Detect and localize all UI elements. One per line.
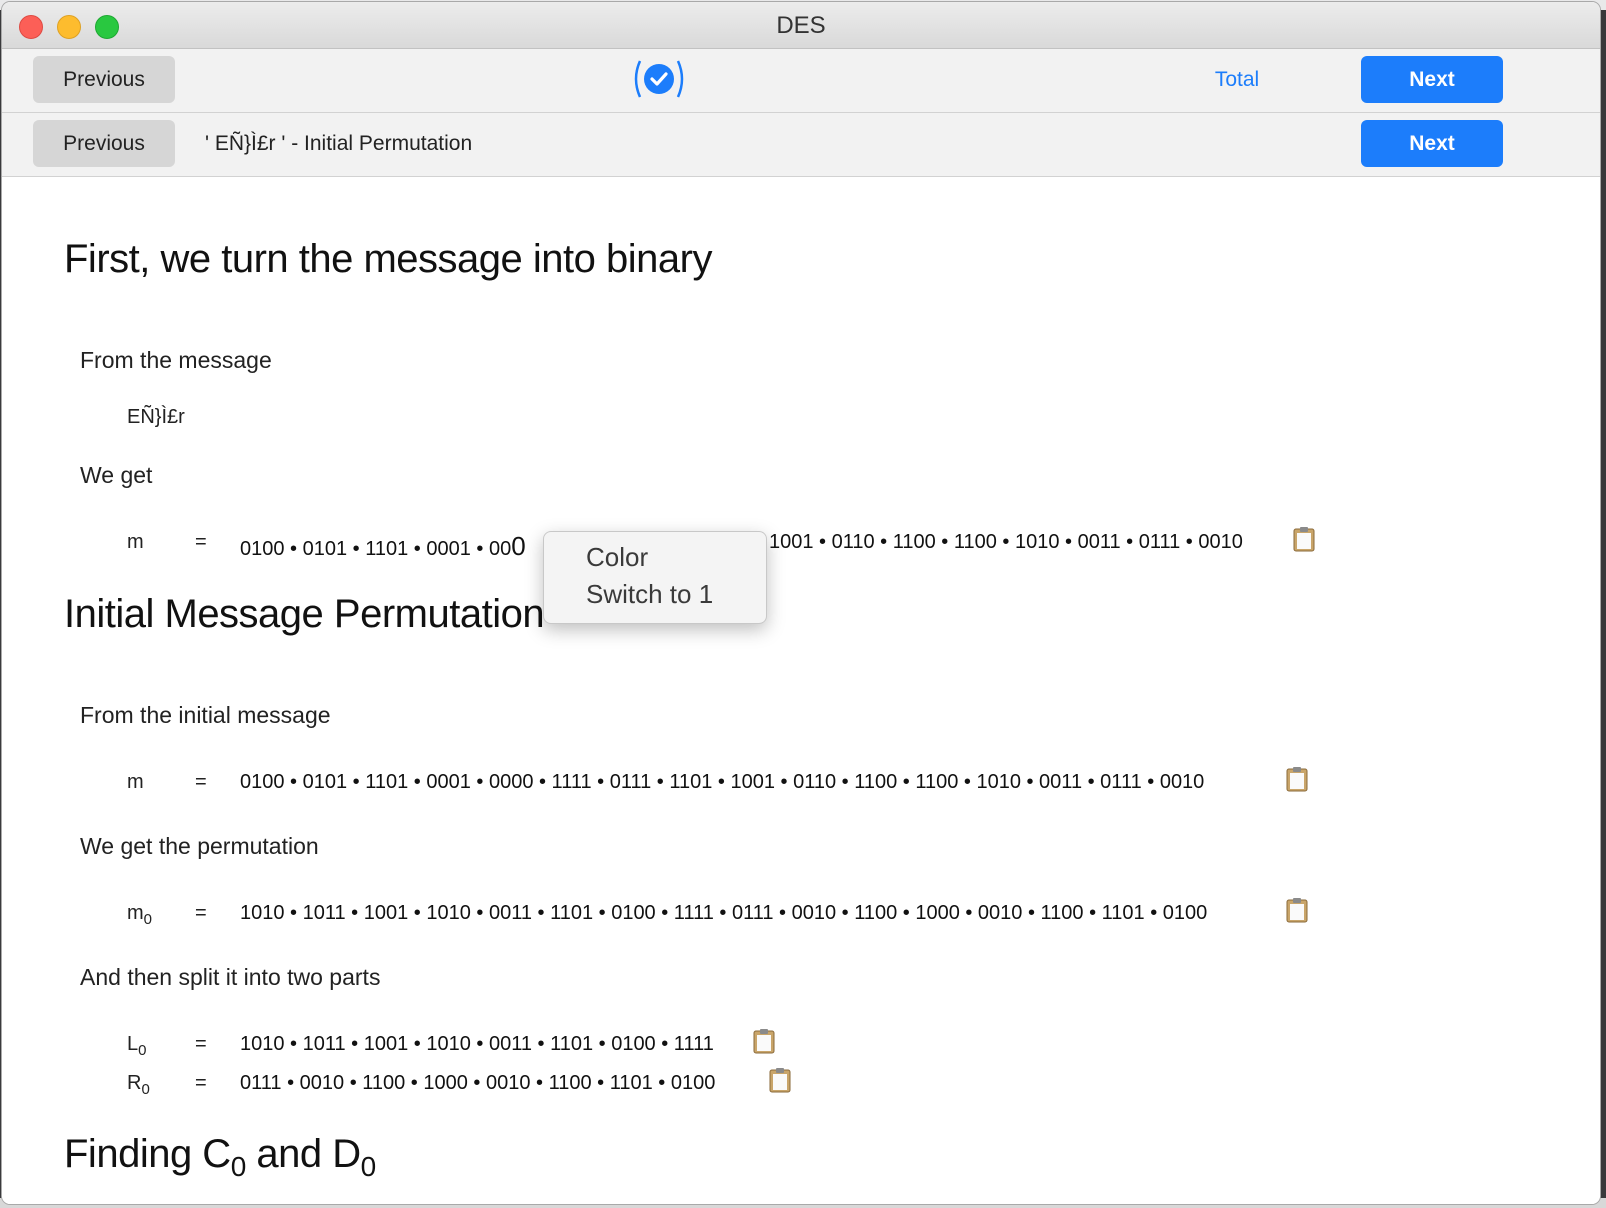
check-status-icon[interactable] <box>630 57 688 101</box>
top-toolbar: Previous Total Next <box>2 49 1600 113</box>
main-content[interactable]: First, we turn the message into binary F… <box>2 177 1600 1204</box>
m0-var-text: m <box>127 902 144 924</box>
heading-subscript-2: 0 <box>360 1151 377 1182</box>
from-message-label: From the message <box>80 347 272 373</box>
we-get-label: We get <box>80 462 153 488</box>
l0-variable: L0 <box>127 1033 146 1059</box>
next-button[interactable]: Next <box>1361 56 1503 103</box>
split-label: And then split it into two parts <box>80 964 381 990</box>
r0-subscript: 0 <box>141 1081 150 1098</box>
menu-item-color[interactable]: Color <box>586 542 648 573</box>
equals-sign: = <box>195 531 207 553</box>
r0-variable: R0 <box>127 1072 150 1098</box>
m-bits-left-text: 0100 • 0101 • 1101 • 0001 • 00 <box>240 538 512 560</box>
m-variable-2: m <box>127 771 144 793</box>
m-bits-partial: 0 <box>511 531 526 561</box>
step-toolbar: Previous ' EÑ}Ì£r ' - Initial Permutatio… <box>2 113 1600 177</box>
r0-bits[interactable]: 0111 • 0010 • 1100 • 1000 • 0010 • 1100 … <box>240 1072 715 1095</box>
section-heading-c0-d0: Finding C0 and D0 <box>64 1132 376 1183</box>
m0-bits[interactable]: 1010 • 1011 • 1001 • 1010 • 0011 • 1101 … <box>240 902 1207 925</box>
m-bits-left[interactable]: 0100 • 0101 • 1101 • 0001 • 000 <box>240 531 526 562</box>
total-link[interactable]: Total <box>1187 56 1287 103</box>
m-variable: m <box>127 531 144 553</box>
clipboard-copy-icon[interactable] <box>1293 526 1315 552</box>
equals-sign-4: = <box>195 1033 207 1055</box>
l0-bits[interactable]: 1010 • 1011 • 1001 • 1010 • 0011 • 1101 … <box>240 1033 714 1056</box>
equals-sign-3: = <box>195 902 207 924</box>
l0-subscript: 0 <box>138 1042 147 1059</box>
step-title: ' EÑ}Ì£r ' - Initial Permutation <box>205 132 473 155</box>
section-heading-binary: First, we turn the message into binary <box>64 237 712 281</box>
heading-subscript-1: 0 <box>230 1151 247 1182</box>
clipboard-copy-icon[interactable] <box>753 1028 775 1054</box>
section-heading-permutation: Initial Message Permutation <box>64 592 545 636</box>
m0-subscript: 0 <box>143 911 153 928</box>
step-previous-button[interactable]: Previous <box>33 120 175 167</box>
context-menu: Color Switch to 1 <box>543 531 767 624</box>
r0-var-text: R <box>127 1072 142 1094</box>
heading-part-a: Finding C <box>64 1132 231 1176</box>
m-bits[interactable]: 0100 • 0101 • 1101 • 0001 • 0000 • 1111 … <box>240 771 1204 794</box>
step-next-button[interactable]: Next <box>1361 120 1503 167</box>
clipboard-copy-icon[interactable] <box>1286 897 1308 923</box>
des-window: DES Previous Total Next Previous ' EÑ}Ì£… <box>2 2 1600 1204</box>
clipboard-copy-icon[interactable] <box>1286 766 1308 792</box>
m0-variable: m0 <box>127 902 152 928</box>
equals-sign-2: = <box>195 771 207 793</box>
menu-item-switch-to-1[interactable]: Switch to 1 <box>586 579 713 610</box>
l0-var-text: L <box>127 1033 139 1055</box>
clipboard-copy-icon[interactable] <box>769 1067 791 1093</box>
m-bits-right[interactable]: 1001 • 0110 • 1100 • 1100 • 1010 • 0011 … <box>769 531 1243 554</box>
heading-part-b: and D <box>245 1132 361 1176</box>
previous-button[interactable]: Previous <box>33 56 175 103</box>
message-text: EÑ}Ì£r <box>127 406 185 428</box>
equals-sign-5: = <box>195 1072 207 1094</box>
from-initial-message-label: From the initial message <box>80 702 331 728</box>
permutation-label: We get the permutation <box>80 833 319 859</box>
title-bar[interactable]: DES <box>2 2 1600 49</box>
window-title: DES <box>776 12 826 39</box>
